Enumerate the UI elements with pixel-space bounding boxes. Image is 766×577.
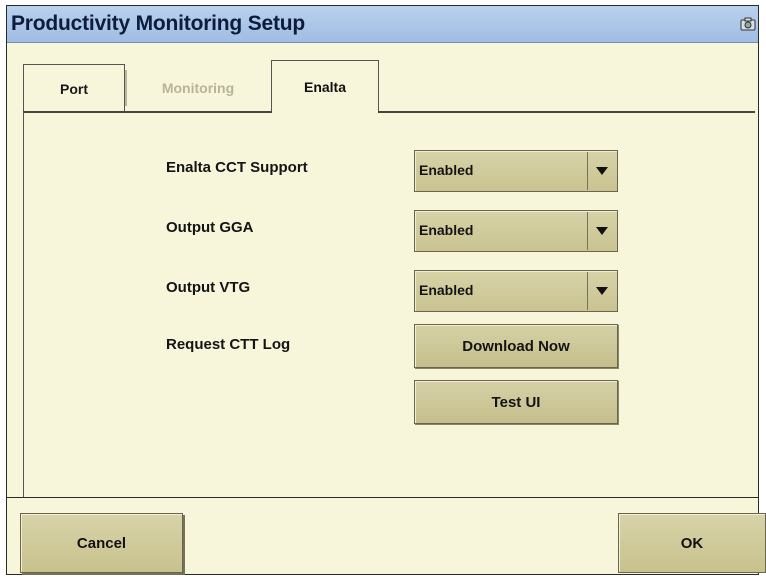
chevron-down-icon[interactable]: [587, 152, 616, 190]
output-vtg-value: Enabled: [419, 282, 474, 298]
request-ctt-log-label: Request CTT Log: [166, 336, 291, 353]
output-gga-value: Enabled: [419, 222, 474, 238]
tab-monitoring: Monitoring: [125, 64, 271, 112]
download-now-button[interactable]: Download Now: [414, 324, 618, 368]
setup-window: Productivity Monitoring Setup Port Monit…: [6, 5, 766, 575]
enalta-cct-support-value: Enabled: [419, 162, 474, 178]
tab-port-label: Port: [60, 80, 88, 97]
footer-divider: [7, 497, 758, 498]
tab-port[interactable]: Port: [23, 64, 125, 112]
enalta-panel: [23, 112, 755, 497]
tab-enalta-label: Enalta: [303, 78, 346, 95]
output-vtg-dropdown[interactable]: Enabled: [414, 270, 618, 312]
tab-enalta[interactable]: Enalta: [271, 60, 379, 112]
tab-strip: Port Monitoring Enalta: [23, 60, 755, 112]
camera-icon[interactable]: [740, 17, 756, 31]
cancel-button[interactable]: Cancel: [20, 513, 183, 573]
test-ui-button[interactable]: Test UI: [414, 380, 618, 424]
ok-button[interactable]: OK: [618, 513, 766, 573]
output-vtg-label: Output VTG: [166, 279, 251, 296]
title-bar: Productivity Monitoring Setup: [7, 6, 758, 43]
window-title: Productivity Monitoring Setup: [11, 12, 306, 35]
enalta-cct-support-dropdown[interactable]: Enabled: [414, 150, 618, 192]
output-gga-dropdown[interactable]: Enabled: [414, 210, 618, 252]
output-gga-label: Output GGA: [166, 219, 254, 236]
chevron-down-icon[interactable]: [587, 212, 616, 250]
enalta-cct-support-label: Enalta CCT Support: [166, 159, 308, 176]
chevron-down-icon[interactable]: [587, 272, 616, 310]
tab-monitoring-label: Monitoring: [161, 80, 235, 96]
